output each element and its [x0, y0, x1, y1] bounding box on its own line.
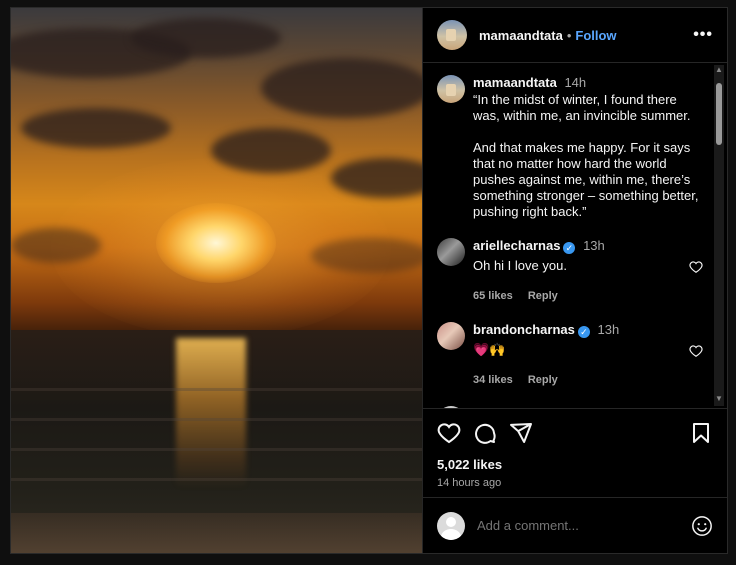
scroll-down-icon[interactable]: ▼	[714, 394, 724, 404]
author-username[interactable]: mamaandtata	[479, 28, 563, 43]
scroll-up-icon[interactable]: ▲	[714, 65, 724, 75]
comment-time: 13h	[597, 322, 620, 337]
current-user-avatar	[437, 511, 465, 540]
add-comment-input[interactable]	[477, 518, 691, 533]
commenter-avatar[interactable]	[437, 322, 465, 350]
separator-dot: •	[566, 27, 572, 43]
commenter-avatar[interactable]	[437, 406, 465, 408]
comment-item: levy5685 12h	[437, 406, 703, 408]
post-header: mamaandtata • Follow •••	[423, 8, 727, 63]
more-options-icon[interactable]: •••	[693, 26, 713, 44]
verified-badge-icon: ✓	[563, 242, 576, 254]
comment-time: 12h	[535, 406, 557, 408]
scrollbar-thumb[interactable]	[716, 83, 722, 145]
caption-username[interactable]: mamaandtata	[473, 75, 557, 90]
caption-avatar[interactable]	[437, 75, 465, 103]
commenter-avatar[interactable]	[437, 238, 465, 266]
bookmark-icon[interactable]	[689, 421, 713, 445]
post-modal: mamaandtata • Follow ••• mamaandtata 14h…	[10, 7, 728, 554]
likes-count[interactable]: 5,022 likes	[437, 457, 713, 472]
caption-text: “In the midst of winter, I found there w…	[473, 92, 699, 219]
reply-button[interactable]: Reply	[528, 374, 558, 386]
heart-icon[interactable]	[437, 421, 461, 445]
comment-heart-icon[interactable]	[689, 344, 703, 358]
post-timestamp: 14 hours ago	[437, 477, 502, 489]
commenter-username[interactable]: levy5685	[473, 406, 527, 408]
verified-badge-icon: ✓	[577, 326, 590, 338]
comment-heart-icon[interactable]	[689, 260, 703, 274]
comment-likes[interactable]: 34 likes	[473, 374, 513, 386]
commenter-username[interactable]: ariellecharnas	[473, 238, 560, 253]
caption-time: 14h	[564, 75, 587, 90]
comment-likes[interactable]: 65 likes	[473, 290, 513, 302]
add-comment-bar	[423, 497, 727, 553]
comments-list[interactable]: mamaandtata 14h “In the midst of winter,…	[423, 63, 727, 408]
comment-text: Oh hi I love you.	[473, 258, 567, 273]
follow-button[interactable]: Follow	[575, 28, 616, 43]
emoji-icon[interactable]	[691, 515, 713, 537]
reply-button[interactable]: Reply	[528, 290, 558, 302]
share-icon[interactable]	[509, 421, 533, 445]
post-side-panel: mamaandtata • Follow ••• mamaandtata 14h…	[422, 8, 727, 553]
comment-icon[interactable]	[473, 421, 497, 445]
comments-scrollbar[interactable]: ▲ ▼	[714, 65, 724, 406]
comment-time: 13h	[583, 238, 605, 253]
comment-item: ariellecharnas ✓ 13h Oh hi I love you. 65…	[437, 238, 703, 304]
comment-text: 💗🙌	[473, 342, 506, 357]
post-actions: 5,022 likes 14 hours ago	[423, 408, 727, 489]
post-image[interactable]	[11, 8, 422, 553]
author-avatar[interactable]	[437, 20, 467, 50]
comment-item: brandoncharnas ✓ 13h 💗🙌 34 likes Reply	[437, 322, 703, 388]
caption-row: mamaandtata 14h “In the midst of winter,…	[437, 75, 703, 220]
commenter-username[interactable]: brandoncharnas	[473, 322, 575, 337]
